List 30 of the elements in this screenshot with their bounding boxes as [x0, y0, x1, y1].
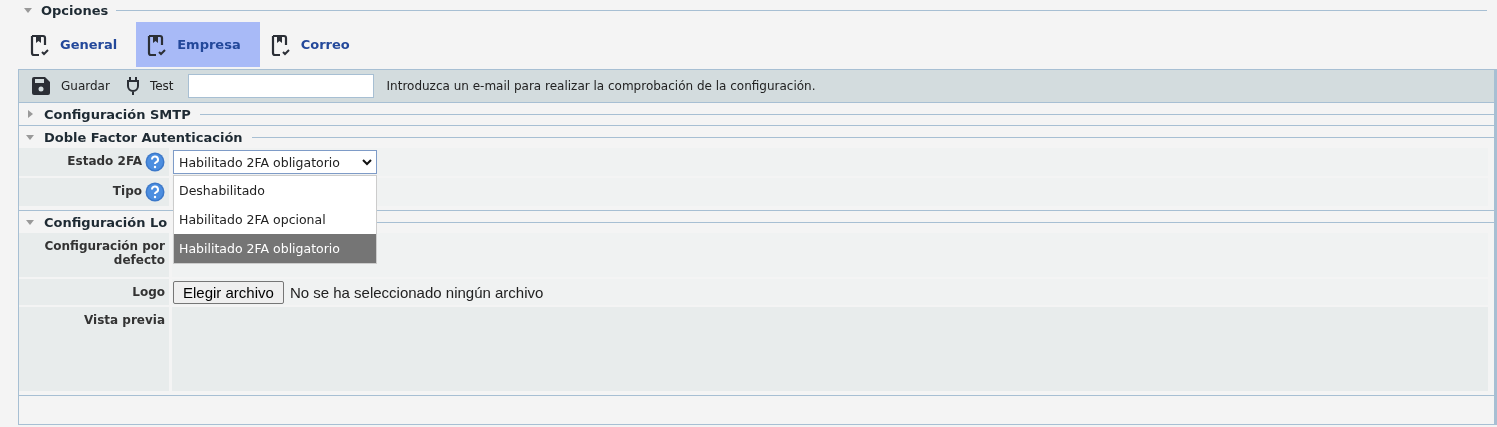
group-title: Doble Factor Autenticación	[44, 129, 243, 145]
status-select[interactable]: Habilitado 2FA obligatorio	[173, 150, 377, 174]
collapse-triangle-icon[interactable]	[23, 5, 33, 15]
dropdown-option[interactable]: Habilitado 2FA obligatorio	[174, 234, 376, 263]
expand-triangle-icon[interactable]	[25, 109, 35, 119]
collapse-triangle-icon[interactable]	[25, 132, 35, 142]
group-title: Configuración Lo	[44, 214, 168, 230]
collapse-triangle-icon[interactable]	[25, 217, 35, 227]
dropdown-option[interactable]: Habilitado 2FA opcional	[174, 205, 376, 234]
tab[interactable]: Correo	[259, 22, 369, 67]
test-button[interactable]: Test	[125, 76, 174, 96]
chevron-down-icon	[362, 158, 372, 166]
field-label: Logo	[132, 284, 165, 299]
help-icon[interactable]	[145, 182, 165, 202]
field-label: Tipo	[112, 183, 142, 198]
dropdown-option[interactable]: Deshabilitado	[174, 176, 376, 205]
field-label: Vista previa	[83, 312, 165, 327]
choose-file-button[interactable]: Elegir archivo	[173, 280, 284, 304]
group-title: Configuración SMTP	[44, 106, 191, 122]
file-status-text: No se ha seleccionado ningún archivo	[289, 283, 544, 301]
tab[interactable]: Empresa	[136, 22, 260, 67]
save-button[interactable]: Guardar	[31, 76, 110, 96]
section-title: Opciones	[41, 2, 109, 18]
email-field[interactable]	[187, 74, 374, 98]
field-label: Configuración por defecto	[43, 238, 165, 267]
hint-text: Introduzca un e-mail para realizar la comprobación de la configuración.	[386, 79, 816, 93]
field-label: Estado 2FA	[67, 153, 142, 168]
tab[interactable]: General	[19, 22, 137, 67]
help-icon[interactable]	[145, 152, 165, 172]
plug-icon	[125, 76, 140, 96]
